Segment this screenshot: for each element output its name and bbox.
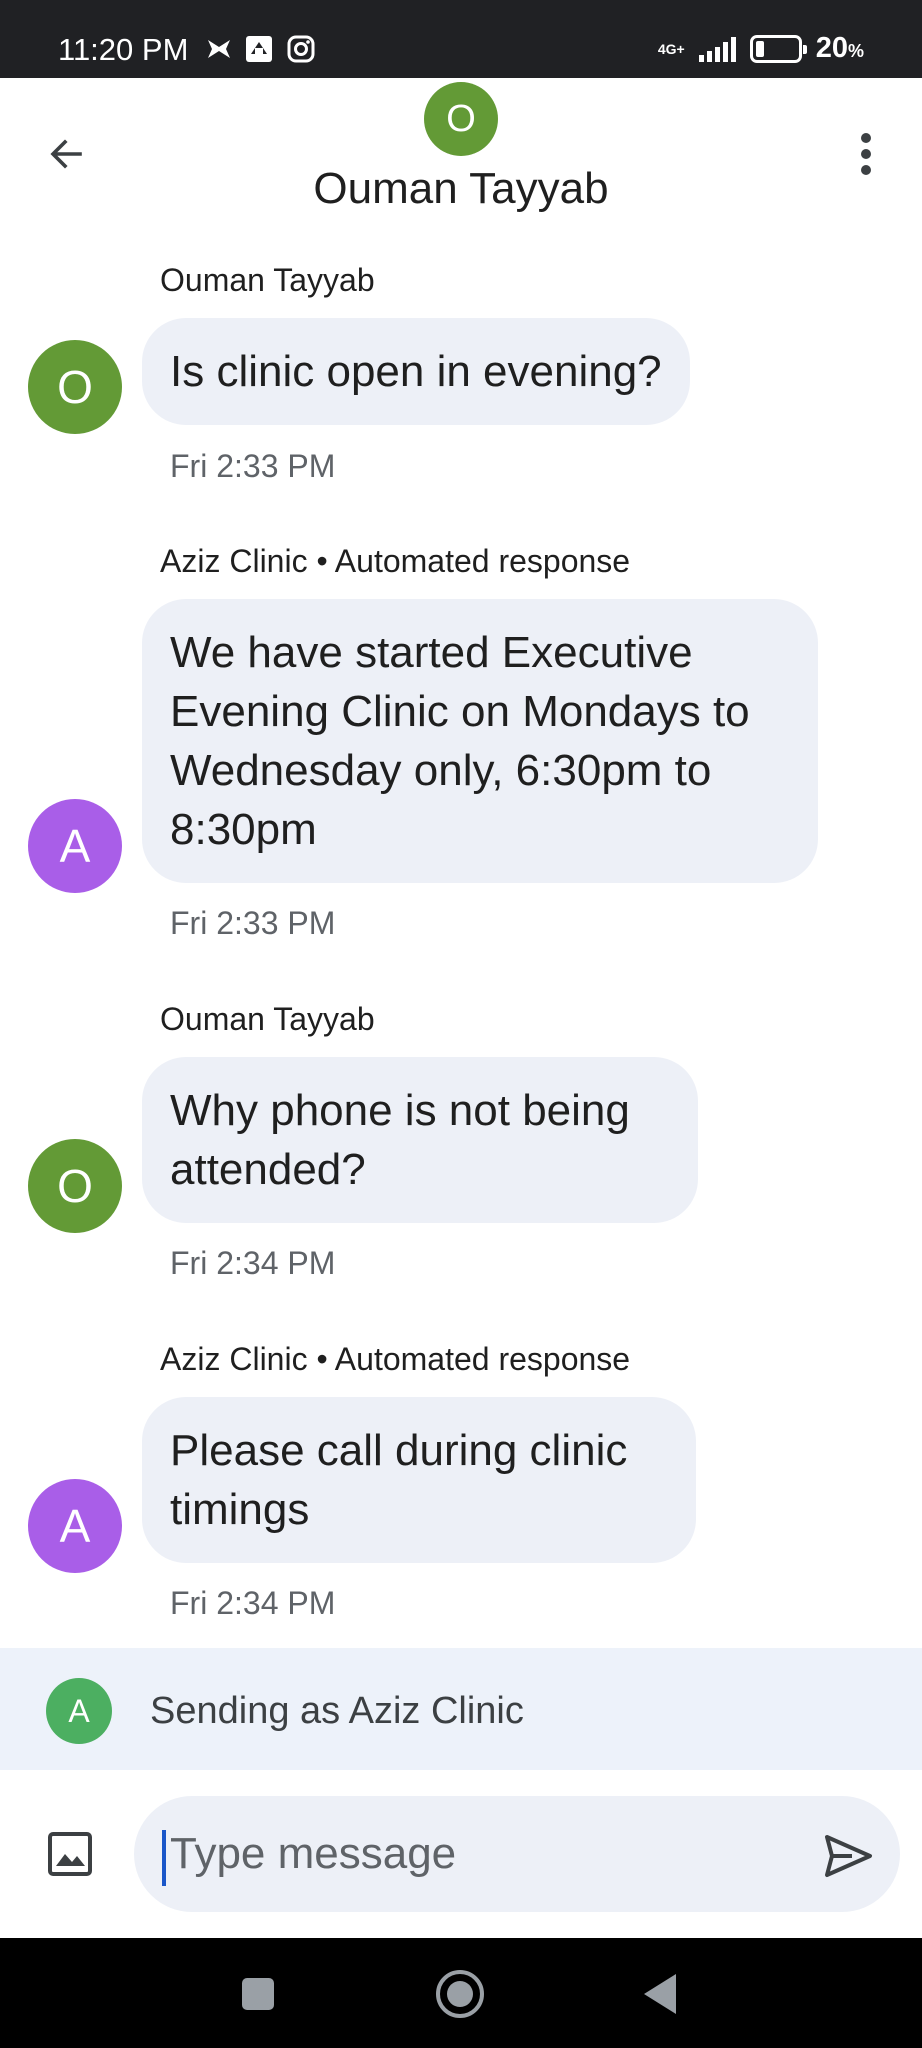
- compose-bar: [0, 1770, 922, 1938]
- message-bubble[interactable]: Please call during clinic timings: [142, 1397, 696, 1563]
- contact-name[interactable]: Ouman Tayyab: [0, 164, 922, 214]
- sender-avatar[interactable]: O: [28, 1139, 122, 1233]
- message-sender: Aziz Clinic • Automated response: [160, 543, 631, 579]
- message-time: Fri 2:33 PM: [170, 905, 336, 941]
- sender-avatar[interactable]: A: [28, 799, 122, 893]
- instagram-icon: [287, 35, 315, 63]
- message-sender: Ouman Tayyab: [160, 262, 375, 298]
- text-caret: [162, 1830, 166, 1886]
- status-right: 4G+ 20%: [658, 32, 864, 65]
- recents-square-icon: [242, 1978, 274, 2010]
- send-icon[interactable]: [822, 1830, 874, 1882]
- contact-avatar[interactable]: O: [424, 82, 498, 156]
- back-triangle-icon: [644, 1974, 676, 2014]
- battery-fill: [755, 40, 764, 57]
- message-time: Fri 2:33 PM: [170, 448, 336, 484]
- message-time: Fri 2:34 PM: [170, 1585, 336, 1621]
- message-bubble[interactable]: Why phone is not being attended?: [142, 1057, 698, 1223]
- more-vert-icon: [861, 133, 871, 175]
- sending-as-label: Sending as Aziz Clinic: [150, 1690, 524, 1732]
- pinwheel-icon: [208, 40, 230, 58]
- home-button[interactable]: [434, 1968, 486, 2020]
- status-time: 11:20 PM: [58, 32, 189, 67]
- bars-app-icon: [246, 36, 272, 62]
- sending-as-bar[interactable]: A Sending as Aziz Clinic: [0, 1648, 922, 1770]
- home-circle-icon: [436, 1970, 484, 2018]
- sending-avatar: A: [46, 1678, 112, 1744]
- back-nav-button[interactable]: [634, 1968, 686, 2020]
- system-nav-bar: [0, 1938, 922, 2048]
- message-bubble[interactable]: Is clinic open in evening?: [142, 318, 690, 425]
- battery-percent: 20%: [815, 32, 864, 64]
- message-bubble[interactable]: We have started Executive Evening Clinic…: [142, 599, 818, 883]
- more-options-button[interactable]: [838, 122, 894, 186]
- network-type: 4G+: [657, 40, 685, 57]
- status-bar: 11:20 PM 4G+ 20%: [0, 0, 922, 78]
- message-time: Fri 2:34 PM: [170, 1245, 336, 1281]
- conversation-header: O Ouman Tayyab: [0, 78, 922, 228]
- recents-button[interactable]: [232, 1968, 284, 2020]
- message-sender: Ouman Tayyab: [160, 1001, 375, 1037]
- image-icon[interactable]: [44, 1828, 96, 1880]
- signal-icon: [698, 36, 736, 62]
- battery-icon: [749, 34, 807, 63]
- sender-avatar[interactable]: O: [28, 340, 122, 434]
- message-sender: Aziz Clinic • Automated response: [160, 1341, 631, 1377]
- sender-avatar[interactable]: A: [28, 1479, 122, 1573]
- message-input-container[interactable]: [134, 1796, 900, 1912]
- message-input[interactable]: [170, 1824, 790, 1884]
